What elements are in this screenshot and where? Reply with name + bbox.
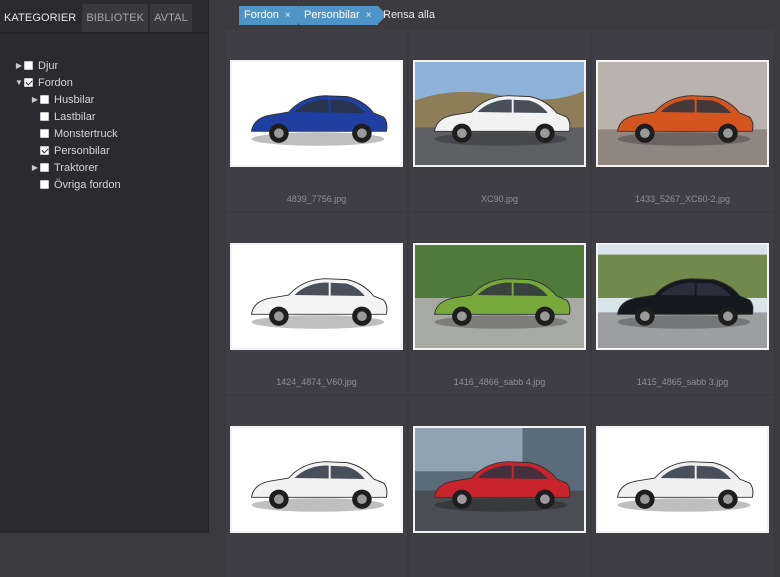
caret-right-icon[interactable]: ▶	[14, 61, 24, 70]
car-photo	[415, 428, 584, 531]
tree-item-traktorer[interactable]: ▶ Traktorer	[30, 159, 98, 176]
image-thumbnail[interactable]	[413, 426, 586, 533]
image-filename: 1433_5267_XC60-2.jpg	[634, 194, 731, 204]
car-photo	[598, 62, 767, 165]
image-thumbnail[interactable]	[230, 426, 403, 533]
remove-filter-icon[interactable]: ×	[285, 10, 291, 21]
active-filters-bar: Fordon × Personbilar × Rensa alla	[209, 0, 780, 28]
car-photo	[598, 428, 767, 531]
tree-item-personbilar[interactable]: Personbilar	[40, 142, 110, 159]
tabs-divider	[0, 32, 209, 34]
image-filename: 4839_7756.jpg	[286, 194, 347, 204]
tree-item-label[interactable]: Lastbilar	[54, 111, 96, 123]
checkbox-fordon[interactable]	[24, 78, 33, 87]
filter-chip-label: Personbilar	[304, 9, 360, 21]
tree-item-label[interactable]: Övriga fordon	[54, 179, 121, 191]
checkbox-monstertruck[interactable]	[40, 129, 49, 138]
sidebar-tabs: KATEGORIER BIBLIOTEK AVTAL	[0, 4, 194, 32]
caret-right-icon[interactable]: ▶	[30, 95, 40, 104]
tree-item-djur[interactable]: ▶ Djur	[14, 57, 58, 74]
image-card[interactable]	[592, 396, 773, 577]
filter-chip-fordon[interactable]: Fordon ×	[239, 6, 307, 25]
car-photo	[232, 428, 401, 531]
caret-down-icon[interactable]: ▼	[14, 78, 24, 87]
image-thumbnail[interactable]	[596, 60, 769, 167]
checkbox-husbilar[interactable]	[40, 95, 49, 104]
tab-avtal[interactable]: AVTAL	[150, 4, 192, 32]
image-thumbnail[interactable]	[413, 243, 586, 350]
image-thumbnail[interactable]	[230, 60, 403, 167]
tree-item-label[interactable]: Fordon	[38, 77, 73, 89]
image-thumbnail[interactable]	[596, 426, 769, 533]
tree-item-label[interactable]: Traktorer	[54, 162, 98, 174]
tree-item-fordon[interactable]: ▼ Fordon	[14, 74, 73, 91]
image-thumbnail[interactable]	[596, 243, 769, 350]
checkbox-traktorer[interactable]	[40, 163, 49, 172]
car-photo	[232, 245, 401, 348]
image-card[interactable]	[226, 396, 407, 577]
tree-item-lastbilar[interactable]: Lastbilar	[40, 108, 96, 125]
image-filename: 1416_4866_sabb 4.jpg	[453, 377, 546, 387]
tree-item-label[interactable]: Husbilar	[54, 94, 94, 106]
image-thumbnail[interactable]	[413, 60, 586, 167]
tree-item-monstertruck[interactable]: Monstertruck	[40, 125, 118, 142]
category-sidebar: KATEGORIER BIBLIOTEK AVTAL ▶ Djur ▼ Ford…	[0, 0, 209, 533]
image-grid: 4839_7756.jpg XC90.jpg 1433_5267_XC60-2.…	[226, 30, 780, 577]
car-photo	[415, 245, 584, 348]
tree-item-label[interactable]: Monstertruck	[54, 128, 118, 140]
tab-bibliotek[interactable]: BIBLIOTEK	[82, 4, 149, 32]
checkbox-djur[interactable]	[24, 61, 33, 70]
remove-filter-icon[interactable]: ×	[366, 10, 372, 21]
car-photo	[598, 245, 767, 348]
tree-item-label[interactable]: Djur	[38, 60, 58, 72]
checkbox-lastbilar[interactable]	[40, 112, 49, 121]
image-card[interactable]: 4839_7756.jpg	[226, 30, 407, 211]
image-filename: XC90.jpg	[480, 194, 519, 204]
image-filename: 1424_4874_V60.jpg	[276, 377, 357, 387]
image-card[interactable]: 1415_4865_sabb 3.jpg	[592, 213, 773, 394]
car-photo	[415, 62, 584, 165]
clear-all-filters-link[interactable]: Rensa alla	[383, 9, 435, 21]
image-thumbnail[interactable]	[230, 243, 403, 350]
filter-chip-label: Fordon	[244, 9, 279, 21]
tree-item-husbilar[interactable]: ▶ Husbilar	[30, 91, 94, 108]
image-card[interactable]: XC90.jpg	[409, 30, 590, 211]
tree-item-label[interactable]: Personbilar	[54, 145, 110, 157]
tab-kategorier[interactable]: KATEGORIER	[0, 4, 81, 32]
tree-item-ovriga-fordon[interactable]: Övriga fordon	[40, 176, 121, 193]
filter-chip-personbilar[interactable]: Personbilar ×	[299, 6, 389, 25]
caret-right-icon[interactable]: ▶	[30, 163, 40, 172]
image-card[interactable]: 1424_4874_V60.jpg	[226, 213, 407, 394]
image-card[interactable]	[409, 396, 590, 577]
checkbox-personbilar[interactable]	[40, 146, 49, 155]
image-filename: 1415_4865_sabb 3.jpg	[636, 377, 729, 387]
car-photo	[232, 62, 401, 165]
image-card[interactable]: 1433_5267_XC60-2.jpg	[592, 30, 773, 211]
image-card[interactable]: 1416_4866_sabb 4.jpg	[409, 213, 590, 394]
checkbox-ovriga-fordon[interactable]	[40, 180, 49, 189]
